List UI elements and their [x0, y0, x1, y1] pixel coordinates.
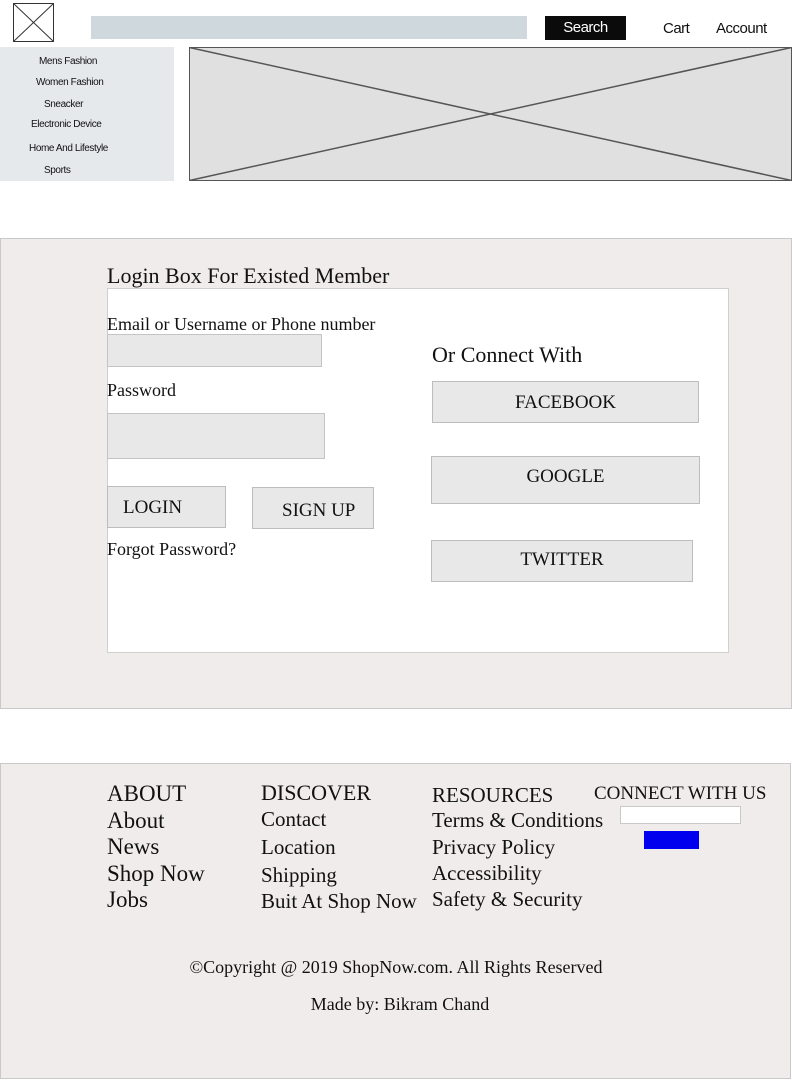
- sidebar-item-sports[interactable]: Sports: [44, 165, 71, 176]
- footer-connect-heading: CONNECT WITH US: [594, 783, 767, 804]
- signup-button[interactable]: SIGN UP: [252, 487, 374, 529]
- footer-link-privacy[interactable]: Privacy Policy: [432, 835, 555, 860]
- twitter-button[interactable]: TWITTER: [431, 540, 693, 582]
- cart-link[interactable]: Cart: [663, 20, 690, 37]
- footer-link-location[interactable]: Location: [261, 835, 336, 860]
- sidebar-item-women-fashion[interactable]: Women Fashion: [36, 77, 104, 88]
- sidebar-item-mens-fashion[interactable]: Mens Fashion: [39, 56, 97, 67]
- footer-about-heading: ABOUT: [107, 781, 187, 806]
- logo-placeholder-icon[interactable]: [13, 3, 54, 42]
- account-link[interactable]: Account: [716, 20, 767, 37]
- sidebar-item-electronic-device[interactable]: Electronic Device: [31, 119, 102, 130]
- footer-link-jobs[interactable]: Jobs: [107, 887, 148, 913]
- footer-link-shipping[interactable]: Shipping: [261, 863, 337, 888]
- newsletter-submit-button[interactable]: [644, 831, 699, 849]
- footer-link-about[interactable]: About: [107, 808, 165, 834]
- login-button[interactable]: LOGIN: [107, 486, 226, 528]
- email-label: Email or Username or Phone number: [107, 314, 376, 334]
- email-field[interactable]: [107, 334, 322, 367]
- sidebar-item-home-and-lifestyle[interactable]: Home And Lifestyle: [29, 143, 108, 154]
- password-field[interactable]: [107, 413, 325, 459]
- forgot-password-link[interactable]: Forgot Password?: [107, 539, 236, 560]
- search-button[interactable]: Search: [545, 16, 626, 40]
- login-title: Login Box For Existed Member: [107, 263, 390, 288]
- sidebar-item-sneacker[interactable]: Sneacker: [44, 99, 83, 110]
- newsletter-email-input[interactable]: [620, 806, 741, 824]
- facebook-button[interactable]: FACEBOOK: [432, 381, 699, 423]
- footer-link-news[interactable]: News: [107, 834, 159, 860]
- search-input[interactable]: [91, 16, 527, 39]
- copyright-text: ©Copyright @ 2019 ShopNow.com. All Right…: [189, 957, 603, 977]
- google-button[interactable]: GOOGLE: [431, 456, 700, 504]
- footer-discover-heading: DISCOVER: [261, 780, 372, 805]
- banner-placeholder-image[interactable]: [189, 47, 792, 181]
- footer-link-terms[interactable]: Terms & Conditions: [432, 808, 603, 833]
- category-sidebar: Mens Fashion Women Fashion Sneacker Elec…: [0, 47, 174, 181]
- footer-link-buit-at-shop-now[interactable]: Buit At Shop Now: [261, 889, 417, 914]
- footer-link-shop-now[interactable]: Shop Now: [107, 861, 205, 887]
- footer-link-safety[interactable]: Safety & Security: [432, 887, 582, 912]
- password-label: Password: [107, 380, 177, 400]
- footer-link-accessibility[interactable]: Accessibility: [432, 861, 542, 886]
- footer-link-contact[interactable]: Contact: [261, 807, 326, 832]
- connect-with-title: Or Connect With: [432, 342, 583, 367]
- made-by-text: Made by: Bikram Chand: [310, 994, 490, 1014]
- footer-resources-heading: RESOURCES: [432, 783, 554, 807]
